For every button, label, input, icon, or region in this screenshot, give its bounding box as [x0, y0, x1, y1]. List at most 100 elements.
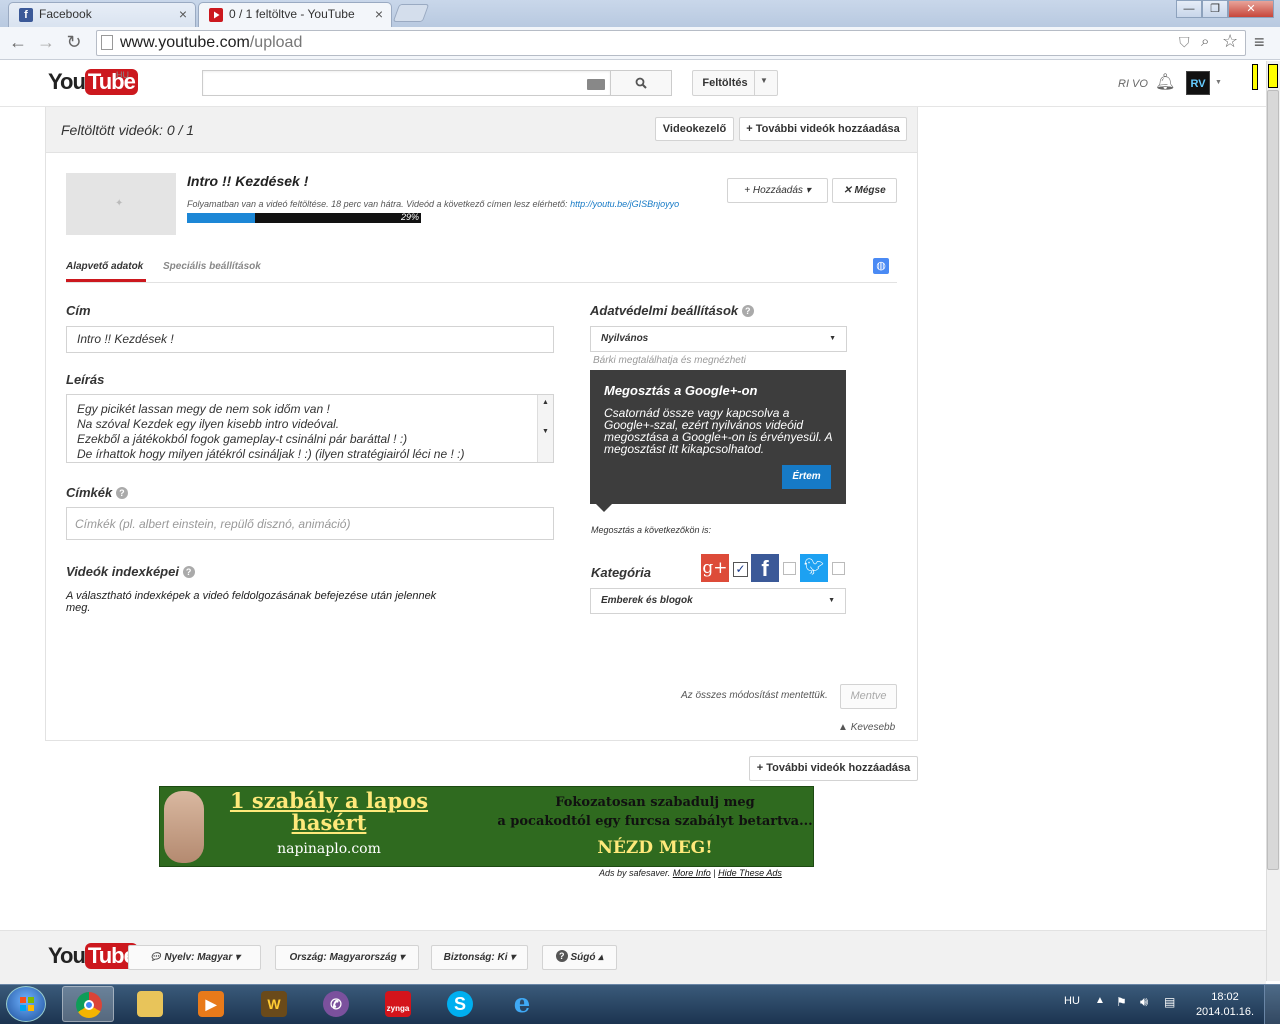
search-input[interactable]	[202, 70, 611, 96]
globe-icon[interactable]: ◍	[873, 258, 889, 274]
video-thumbnail: ✦	[66, 173, 176, 235]
category-select[interactable]: Emberek és blogok ▼	[590, 588, 846, 614]
facebook-icon[interactable]: f	[751, 554, 779, 582]
keyboard-icon[interactable]	[587, 79, 605, 90]
notification-bell-icon[interactable]: 🔔︎	[1155, 72, 1175, 92]
cancel-upload-button[interactable]: ✕ Mégse	[832, 178, 897, 203]
start-button[interactable]	[6, 986, 46, 1022]
ad-by: Ads by safesaver.	[599, 868, 671, 878]
description-scrollbar[interactable]: ▲ ▼	[537, 395, 553, 462]
taskbar-skype[interactable]: S	[434, 986, 486, 1022]
caret-down-icon: ▼	[828, 597, 835, 604]
close-tab-icon[interactable]: ×	[179, 6, 187, 22]
video-link[interactable]: http://youtu.be/jGISBnjoyyo	[570, 199, 679, 209]
scrollbar-thumb[interactable]	[1267, 90, 1279, 870]
url-text[interactable]: www.youtube.com/upload	[120, 34, 302, 52]
upload-label: Feltöltés	[702, 77, 748, 89]
status-text: Folyamatban van a videó feltöltése. 18 p…	[187, 199, 568, 209]
network-icon[interactable]: ▤	[1164, 995, 1175, 1009]
google-plus-share-tooltip: Megosztás a Google+-on Csatornád össze v…	[590, 370, 846, 512]
minimize-button[interactable]: —	[1176, 0, 1202, 18]
zynga-icon: zynga	[385, 991, 411, 1017]
tab-youtube[interactable]: 0 / 1 feltöltve - YouTube ×	[198, 2, 392, 27]
help-icon[interactable]: ?	[182, 566, 195, 578]
logo-you: You	[48, 943, 86, 968]
plus-icon: +	[744, 185, 753, 196]
title-input[interactable]: Intro !! Kezdések !	[66, 326, 554, 353]
country-button[interactable]: Ország: Magyarország ▾	[275, 945, 419, 970]
got-it-button[interactable]: Értem	[782, 465, 831, 489]
show-desktop-button[interactable]	[1264, 985, 1280, 1024]
zoom-icon[interactable]: ⌕	[1201, 33, 1209, 50]
twitter-icon[interactable]: 🐦︎	[800, 554, 828, 582]
video-manager-button[interactable]: Videokezelő	[655, 117, 734, 141]
taskbar-explorer[interactable]	[124, 986, 176, 1022]
language-button[interactable]: 💬︎ Nyelv: Magyar ▾	[128, 945, 261, 970]
logo-region: HU	[116, 70, 129, 80]
tags-label-text: Címkék	[66, 485, 113, 500]
clock[interactable]: 18:02 2014.01.16.	[1194, 990, 1256, 1020]
save-button[interactable]: Mentve	[840, 684, 897, 709]
privacy-select[interactable]: Nyilvános ▼	[590, 326, 847, 352]
avatar[interactable]: RV	[1186, 71, 1210, 95]
description-textarea[interactable]: Egy picikét lassan megy de nem sok időm …	[66, 394, 554, 463]
desc-line: Egy picikét lassan megy de nem sok időm …	[77, 402, 330, 416]
logo-tube: Tube	[84, 69, 138, 95]
close-window-button[interactable]: ✕	[1228, 0, 1274, 18]
user-name[interactable]: RI VO	[1118, 78, 1148, 90]
thumbnails-info: A választható indexképek a videó feldolg…	[66, 590, 437, 614]
show-less-link[interactable]: ▲ Kevesebb	[838, 722, 895, 733]
ad-banner[interactable]: 1 szabály a lapos hasért napinaplo.com Fo…	[159, 786, 814, 867]
scroll-up-icon[interactable]: ▲	[538, 399, 553, 406]
bookmark-star-icon[interactable]: ☆	[1222, 31, 1238, 52]
back-icon[interactable]: ←	[8, 32, 28, 52]
volume-icon[interactable]: 🔊︎	[1140, 994, 1148, 1010]
add-more-videos-button[interactable]: + További videók hozzáadása	[739, 117, 907, 141]
footer-youtube-logo[interactable]: You Tube	[48, 943, 138, 969]
taskbar-zynga[interactable]: zynga	[372, 986, 424, 1022]
facebook-checkbox[interactable]	[783, 562, 796, 575]
twitter-checkbox[interactable]	[832, 562, 845, 575]
tags-input[interactable]: Címkék (pl. albert einstein, repülő disz…	[66, 507, 554, 540]
taskbar-chrome[interactable]	[62, 986, 114, 1022]
ad-more-info-link[interactable]: More Info	[673, 868, 711, 878]
safety-button[interactable]: Biztonság: Ki ▾	[431, 945, 528, 970]
language-indicator[interactable]: HU	[1064, 995, 1080, 1007]
add-more-videos-bottom-button[interactable]: + További videók hozzáadása	[749, 756, 918, 781]
taskbar-media-player[interactable]: ▶	[185, 986, 237, 1022]
cancel-label: Mégse	[854, 185, 886, 196]
shield-icon[interactable]: ⛉	[1179, 34, 1190, 51]
tab-advanced-settings[interactable]: Speciális beállítások	[163, 261, 261, 272]
search-button[interactable]	[610, 70, 672, 96]
caret-down-icon[interactable]: ▼	[760, 76, 768, 85]
tab-basic-info[interactable]: Alapvető adatok	[66, 261, 143, 272]
account-caret-icon[interactable]: ▼	[1215, 79, 1222, 86]
menu-icon[interactable]: ≡	[1254, 32, 1265, 53]
close-tab-icon[interactable]: ×	[375, 6, 383, 22]
divider	[754, 71, 755, 95]
tab-facebook[interactable]: f Facebook ×	[8, 2, 196, 27]
privacy-label: Adatvédelmi beállítások ?	[590, 303, 754, 318]
taskbar-viber[interactable]: ✆	[310, 986, 362, 1022]
google-plus-icon[interactable]: g+	[701, 554, 729, 582]
category-label: Kategória	[591, 565, 651, 580]
upload-status: Folyamatban van a videó feltöltése. 18 p…	[187, 199, 679, 209]
taskbar-internet-explorer[interactable]: e	[496, 986, 548, 1022]
forward-icon[interactable]: →	[36, 32, 56, 52]
scroll-down-icon[interactable]: ▼	[538, 428, 553, 435]
reload-icon[interactable]: ↻	[64, 32, 84, 52]
url-path: /upload	[249, 34, 303, 51]
maximize-button[interactable]: ❐	[1202, 0, 1228, 18]
action-center-icon[interactable]: ⚑	[1116, 995, 1127, 1009]
taskbar-game[interactable]: W	[248, 986, 300, 1022]
help-icon[interactable]: ?	[115, 487, 128, 499]
category-value: Emberek és blogok	[601, 595, 693, 606]
plus-icon: +	[756, 762, 767, 774]
google-plus-checkbox[interactable]: ✓	[733, 562, 748, 577]
logo-you: You	[48, 69, 86, 94]
help-button[interactable]: ? Súgó ▴	[542, 945, 617, 970]
tray-expand-icon[interactable]: ▲	[1095, 995, 1105, 1006]
help-icon[interactable]: ?	[741, 305, 754, 317]
ad-hide-link[interactable]: Hide These Ads	[718, 868, 782, 878]
add-to-button[interactable]: + Hozzáadás ▾	[727, 178, 828, 203]
